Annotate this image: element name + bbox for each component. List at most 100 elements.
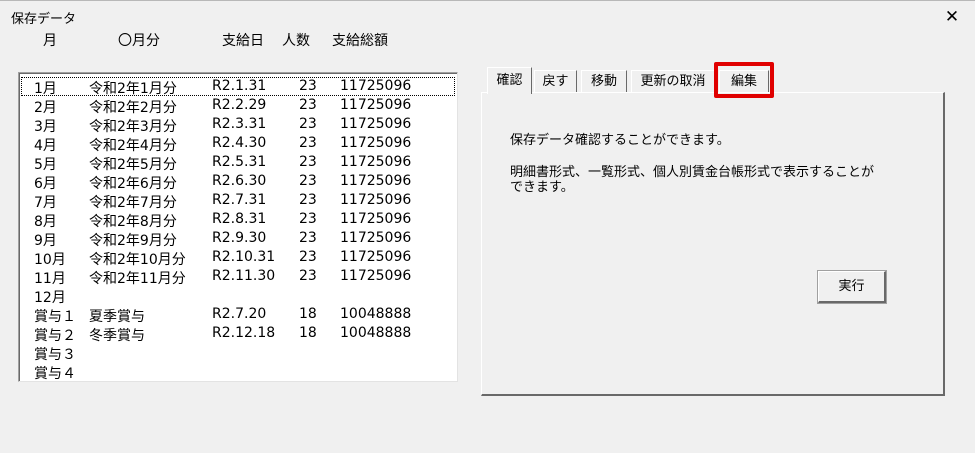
cell-month: 5月 <box>34 157 57 173</box>
cell-pay-date: R2.3.31 <box>212 116 267 132</box>
tab-confirm[interactable]: 確認 <box>487 67 532 94</box>
column-header-headcount: 人数 <box>282 33 310 49</box>
cell-pay-date: R2.5.31 <box>212 154 267 170</box>
list-row[interactable]: 6月 令和2年6月分 R2.6.30 23 11725096 <box>21 172 455 192</box>
list-row[interactable]: 賞与２ 冬季賞与 R2.12.18 18 10048888 <box>21 324 455 344</box>
cell-total: 11725096 <box>340 211 412 227</box>
cell-period: 令和2年9月分 <box>89 233 177 249</box>
list-row[interactable]: 4月 令和2年4月分 R2.4.30 23 11725096 <box>21 134 455 154</box>
cell-month: 10月 <box>34 252 66 268</box>
cell-headcount: 23 <box>299 268 317 284</box>
tab-undo-update[interactable]: 更新の取消 <box>631 70 715 92</box>
cell-pay-date: R2.8.31 <box>212 211 267 227</box>
cell-period: 令和2年4月分 <box>89 138 177 154</box>
cell-month: 1月 <box>34 81 57 97</box>
format-description: 明細書形式、一覧形式、個人別賃金台帳形式で表示することができます。 <box>510 165 875 195</box>
cell-total: 11725096 <box>340 78 412 94</box>
cell-month: 賞与４ <box>34 366 76 382</box>
cell-period: 令和2年6月分 <box>89 176 177 192</box>
saved-data-listbox[interactable]: 1月 令和2年1月分 R2.1.31 23 11725096 2月 令和2年2月分 R2.2.… <box>18 72 458 382</box>
cell-headcount: 23 <box>299 97 317 113</box>
cell-pay-date: R2.4.30 <box>212 135 267 151</box>
cell-total: 10048888 <box>340 325 412 341</box>
list-row[interactable]: 賞与３ <box>21 343 455 363</box>
cell-headcount: 23 <box>299 192 317 208</box>
column-header-total: 支給総額 <box>332 33 388 49</box>
cell-headcount: 23 <box>299 154 317 170</box>
cell-pay-date: R2.7.20 <box>212 306 267 322</box>
cell-headcount: 23 <box>299 78 317 94</box>
column-header-period: 〇月分 <box>118 33 160 49</box>
edit-tab-highlight <box>714 62 774 98</box>
cell-period: 冬季賞与 <box>89 328 145 344</box>
list-row[interactable]: 3月 令和2年3月分 R2.3.31 23 11725096 <box>21 115 455 135</box>
cell-total: 11725096 <box>340 249 412 265</box>
cell-headcount: 23 <box>299 230 317 246</box>
column-header-month: 月 <box>43 33 57 49</box>
cell-period: 令和2年2月分 <box>89 100 177 116</box>
list-row[interactable]: 11月 令和2年11月分 R2.11.30 23 11725096 <box>21 267 455 287</box>
cell-headcount: 23 <box>299 249 317 265</box>
cell-total: 11725096 <box>340 135 412 151</box>
list-row[interactable]: 12月 <box>21 286 455 306</box>
list-row[interactable]: 5月 令和2年5月分 R2.5.31 23 11725096 <box>21 153 455 173</box>
list-row[interactable]: 10月 令和2年10月分 R2.10.31 23 11725096 <box>21 248 455 268</box>
cell-headcount: 18 <box>299 325 317 341</box>
cell-total: 11725096 <box>340 97 412 113</box>
list-row[interactable]: 9月 令和2年9月分 R2.9.30 23 11725096 <box>21 229 455 249</box>
cell-total: 11725096 <box>340 154 412 170</box>
cell-month: 3月 <box>34 119 57 135</box>
cell-period: 令和2年11月分 <box>89 271 186 287</box>
execute-button[interactable]: 実行 <box>817 270 887 304</box>
list-row[interactable]: 2月 令和2年2月分 R2.2.29 23 11725096 <box>21 96 455 116</box>
cell-period: 令和2年3月分 <box>89 119 177 135</box>
cell-month: 6月 <box>34 176 57 192</box>
cell-headcount: 23 <box>299 116 317 132</box>
column-header-pay-date: 支給日 <box>222 33 264 49</box>
cell-period: 令和2年7月分 <box>89 195 177 211</box>
cell-pay-date: R2.6.30 <box>212 173 267 189</box>
close-icon[interactable]: ✕ <box>942 7 962 27</box>
list-row[interactable]: 8月 令和2年8月分 R2.8.31 23 11725096 <box>21 210 455 230</box>
cell-month: 2月 <box>34 100 57 116</box>
cell-total: 11725096 <box>340 268 412 284</box>
cell-month: 7月 <box>34 195 57 211</box>
cell-pay-date: R2.11.30 <box>212 268 276 284</box>
cell-period: 令和2年5月分 <box>89 157 177 173</box>
cell-month: 11月 <box>34 271 66 287</box>
cell-period: 令和2年1月分 <box>89 81 177 97</box>
cell-pay-date: R2.10.31 <box>212 249 276 265</box>
window-top-border <box>0 0 975 1</box>
cell-pay-date: R2.1.31 <box>212 78 267 94</box>
cell-total: 11725096 <box>340 173 412 189</box>
list-row[interactable]: 1月 令和2年1月分 R2.1.31 23 11725096 <box>21 77 455 97</box>
tab-restore[interactable]: 戻す <box>534 70 577 92</box>
cell-total: 10048888 <box>340 306 412 322</box>
cell-total: 11725096 <box>340 230 412 246</box>
cell-month: 賞与１ <box>34 309 76 325</box>
cell-month: 賞与２ <box>34 328 76 344</box>
cell-total: 11725096 <box>340 192 412 208</box>
cell-headcount: 23 <box>299 173 317 189</box>
cell-pay-date: R2.7.31 <box>212 192 267 208</box>
list-row[interactable]: 賞与１ 夏季賞与 R2.7.20 18 10048888 <box>21 305 455 325</box>
cell-headcount: 23 <box>299 211 317 227</box>
cell-month: 4月 <box>34 138 57 154</box>
cell-total: 11725096 <box>340 116 412 132</box>
cell-pay-date: R2.12.18 <box>212 325 276 341</box>
cell-pay-date: R2.9.30 <box>212 230 267 246</box>
cell-headcount: 18 <box>299 306 317 322</box>
tab-move[interactable]: 移動 <box>581 70 627 92</box>
cell-month: 12月 <box>34 290 66 306</box>
cell-period: 令和2年10月分 <box>89 252 186 268</box>
list-row[interactable]: 賞与４ <box>21 362 455 382</box>
cell-period: 令和2年8月分 <box>89 214 177 230</box>
cell-pay-date: R2.2.29 <box>212 97 267 113</box>
cell-headcount: 23 <box>299 135 317 151</box>
cell-month: 8月 <box>34 214 57 230</box>
cell-period: 夏季賞与 <box>89 309 145 325</box>
window-title: 保存データ <box>11 12 77 27</box>
confirm-description: 保存データ確認することができます。 <box>510 133 730 148</box>
list-row[interactable]: 7月 令和2年7月分 R2.7.31 23 11725096 <box>21 191 455 211</box>
cell-month: 賞与３ <box>34 347 76 363</box>
